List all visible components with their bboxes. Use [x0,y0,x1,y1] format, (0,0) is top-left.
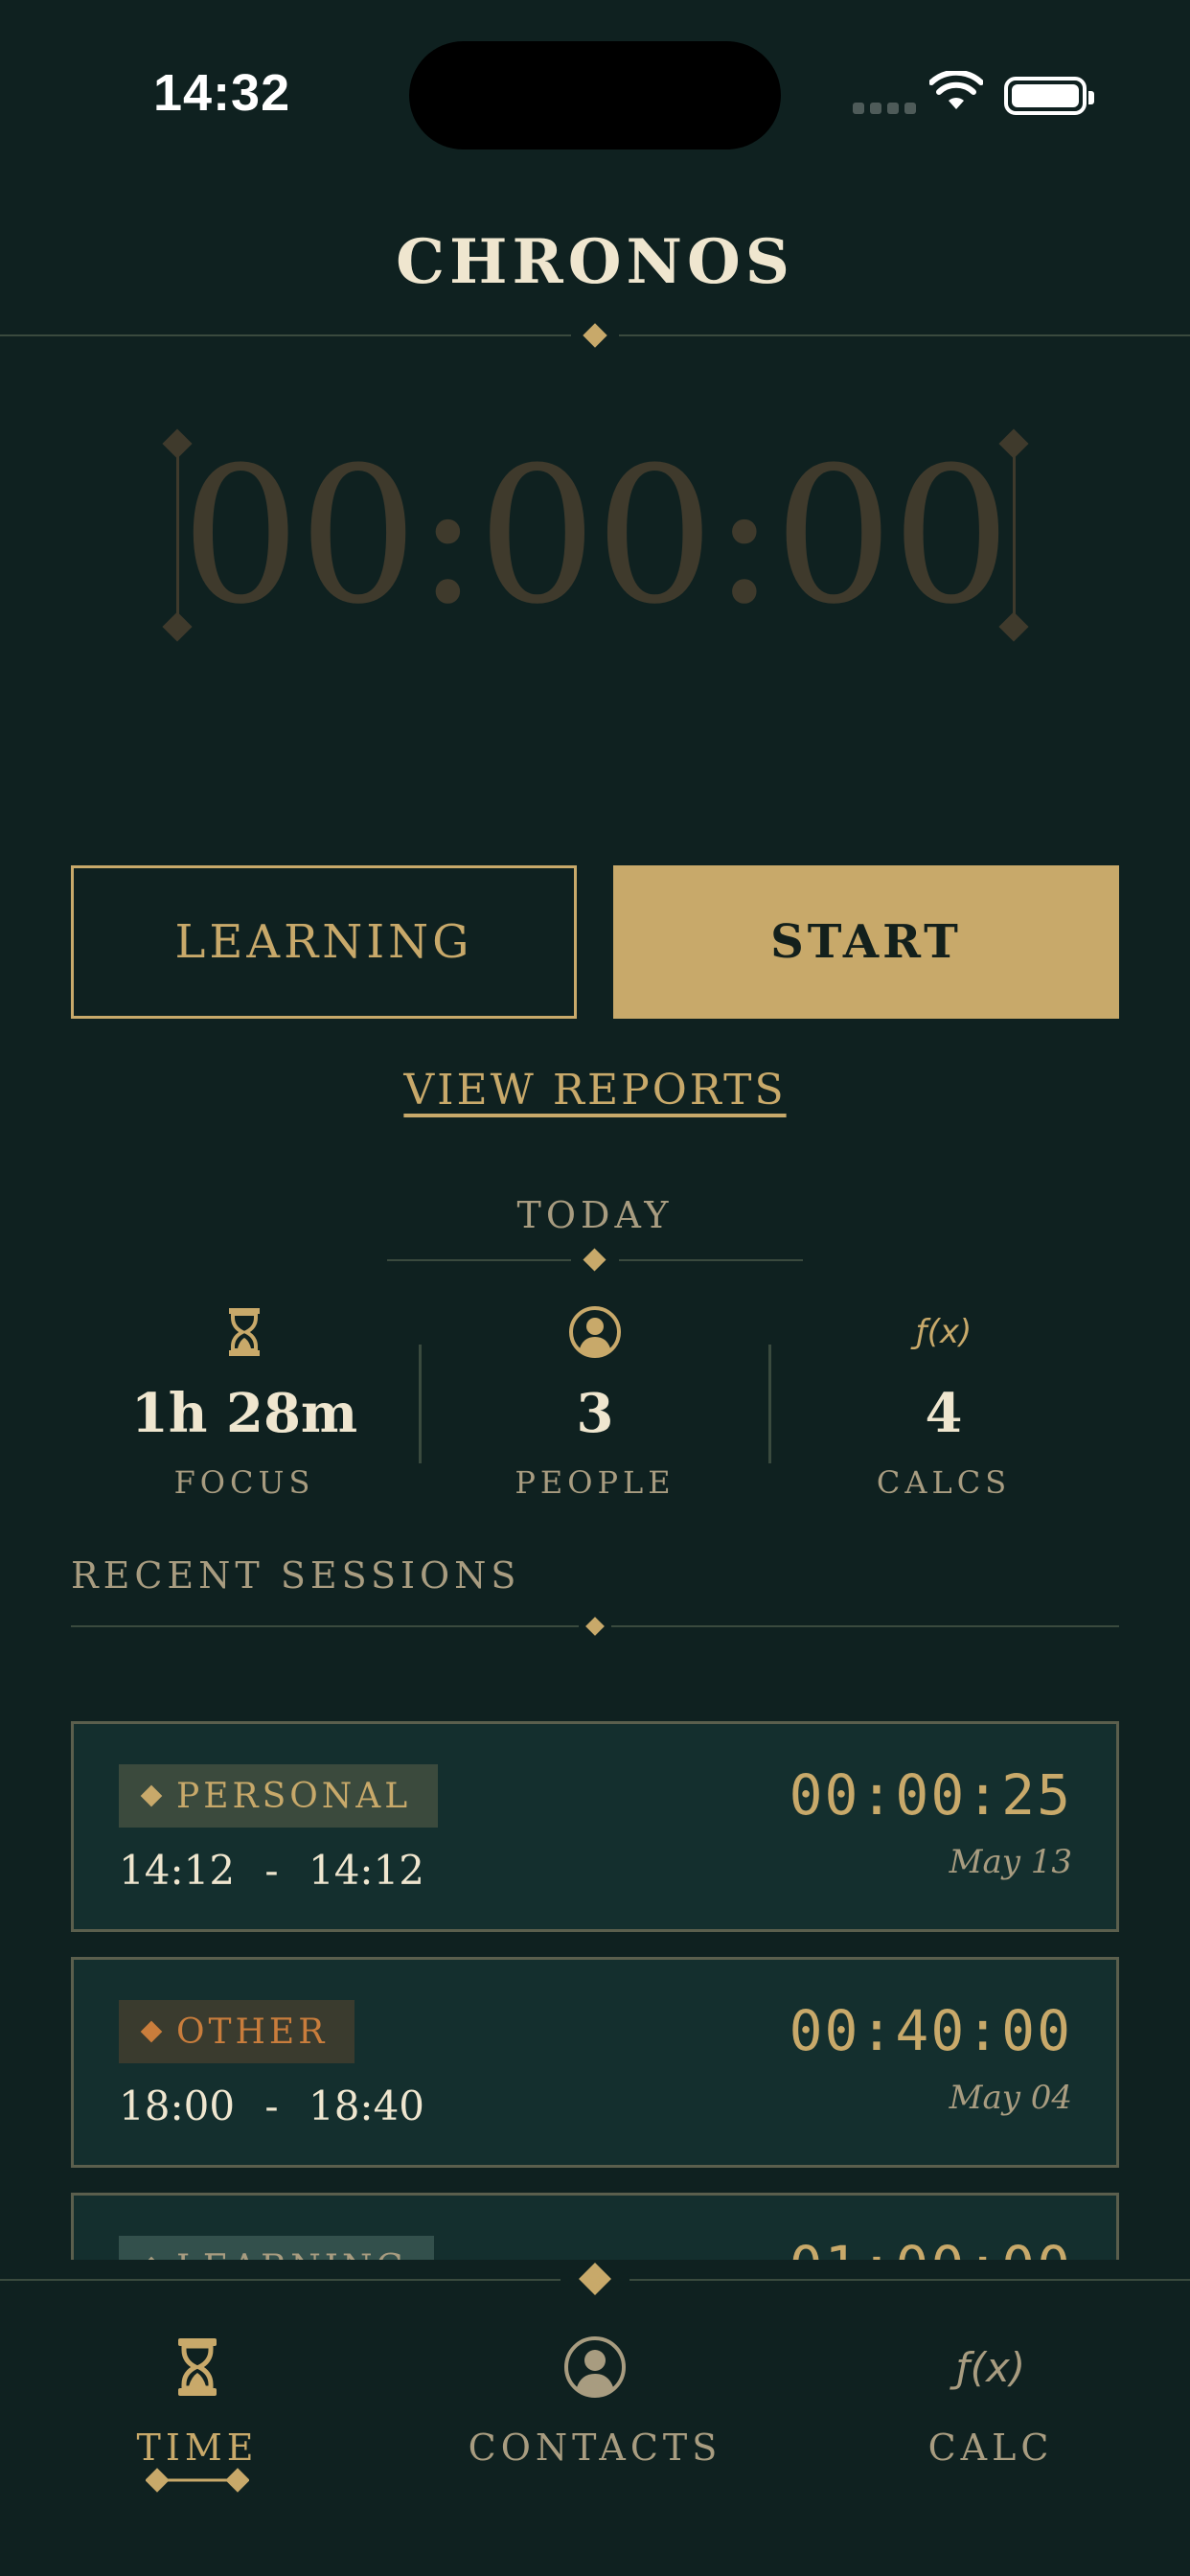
focus-value: 1h 28m [130,1382,358,1445]
session-date: May 13 [949,1843,1072,1881]
tab-time-label: TIME [136,2426,259,2469]
people-label: PEOPLE [515,1464,675,1501]
start-button[interactable]: START [613,865,1119,1019]
stat-calcs: ƒ(x) 4 CALCS [762,1303,1126,1501]
tab-bar: TIME CONTACTS ƒ(x) CALC [0,2263,1190,2576]
session-start: 18:00 [119,2082,236,2129]
function-icon: ƒ(x) [847,2333,1134,2402]
tab-time[interactable]: TIME [54,2333,341,2469]
active-tab-indicator [145,2467,250,2494]
session-end: 14:12 [308,1847,425,1894]
view-reports-link[interactable]: VIEW REPORTS [0,1066,1190,1115]
session-card[interactable]: LEARNING 01:00:00 [71,2193,1119,2260]
today-divider-diamond [583,1248,606,1272]
session-card[interactable]: OTHER 18:00 - 18:40 00:40:00 May 04 [71,1957,1119,2168]
people-value: 3 [576,1382,614,1445]
today-heading: TODAY [516,1194,674,1236]
badge-label: PERSONAL [176,1776,412,1816]
function-icon: ƒ(x) [762,1303,1126,1361]
tab-contacts[interactable]: CONTACTS [451,2333,739,2469]
badge-label: OTHER [176,2012,329,2052]
calcs-label: CALCS [876,1464,1012,1501]
timer-display: 00:00:00 [180,427,1011,646]
function-icon-text: ƒ(x) [915,1313,973,1351]
category-badge: PERSONAL [119,1764,439,1828]
title-divider-left [0,334,571,336]
hourglass-icon [62,1303,426,1361]
badge-label: LEARNING [176,2248,407,2261]
app-screen: 14:32 CHRONOS 00:00:00 LEARNING START VI… [0,0,1190,2576]
recent-sessions-heading: RECENT SESSIONS [71,1554,521,1597]
dynamic-island [409,41,781,150]
range-separator: - [264,2082,279,2129]
tab-calc[interactable]: ƒ(x) CALC [847,2333,1134,2470]
recent-divider-left [71,1625,579,1627]
person-icon [413,1303,777,1361]
today-divider-right [619,1259,803,1261]
range-separator: - [264,1847,279,1894]
tabbar-divider-right [629,2279,1190,2281]
recent-divider-diamond [585,1617,605,1636]
today-divider-left [387,1259,571,1261]
title-divider-right [619,334,1190,336]
session-end: 18:40 [308,2082,425,2129]
app-title: CHRONOS [396,226,794,298]
person-icon [451,2333,739,2402]
timer-bracket-right [1013,450,1016,625]
wifi-icon [929,71,983,109]
hourglass-icon [54,2333,341,2402]
tabbar-divider-diamond [579,2263,611,2295]
function-icon-text: ƒ(x) [955,2343,1026,2391]
session-start: 14:12 [119,1847,236,1894]
session-time-range: 14:12 - 14:12 [119,1847,424,1894]
category-select-button[interactable]: LEARNING [71,865,577,1019]
category-badge: LEARNING [119,2236,435,2261]
session-date: May 04 [949,2079,1072,2117]
tab-contacts-label: CONTACTS [468,2426,722,2469]
stat-focus: 1h 28m FOCUS [62,1303,426,1501]
session-card[interactable]: PERSONAL 14:12 - 14:12 00:00:25 May 13 [71,1721,1119,1932]
session-time-range: 18:00 - 18:40 [119,2082,424,2129]
title-divider-diamond [583,323,607,348]
session-duration: 00:00:25 [789,1762,1072,1828]
stat-people: 3 PEOPLE [413,1303,777,1501]
category-badge: OTHER [119,2000,355,2063]
tabbar-divider-left [0,2279,561,2281]
badge-diamond-icon [140,2256,163,2260]
badge-diamond-icon [140,1784,163,1807]
badge-diamond-icon [140,2020,163,2043]
recent-divider-right [611,1625,1119,1627]
session-duration: 00:40:00 [789,1998,1072,2063]
sessions-list[interactable]: PERSONAL 14:12 - 14:12 00:00:25 May 13 O… [0,1715,1190,2260]
battery-icon [1004,77,1094,115]
calcs-value: 4 [925,1382,963,1445]
status-time: 14:32 [153,64,291,122]
focus-label: FOCUS [173,1464,315,1501]
cellular-signal-icon [853,103,916,114]
session-duration: 01:00:00 [790,2234,1072,2260]
tab-calc-label: CALC [927,2426,1054,2469]
